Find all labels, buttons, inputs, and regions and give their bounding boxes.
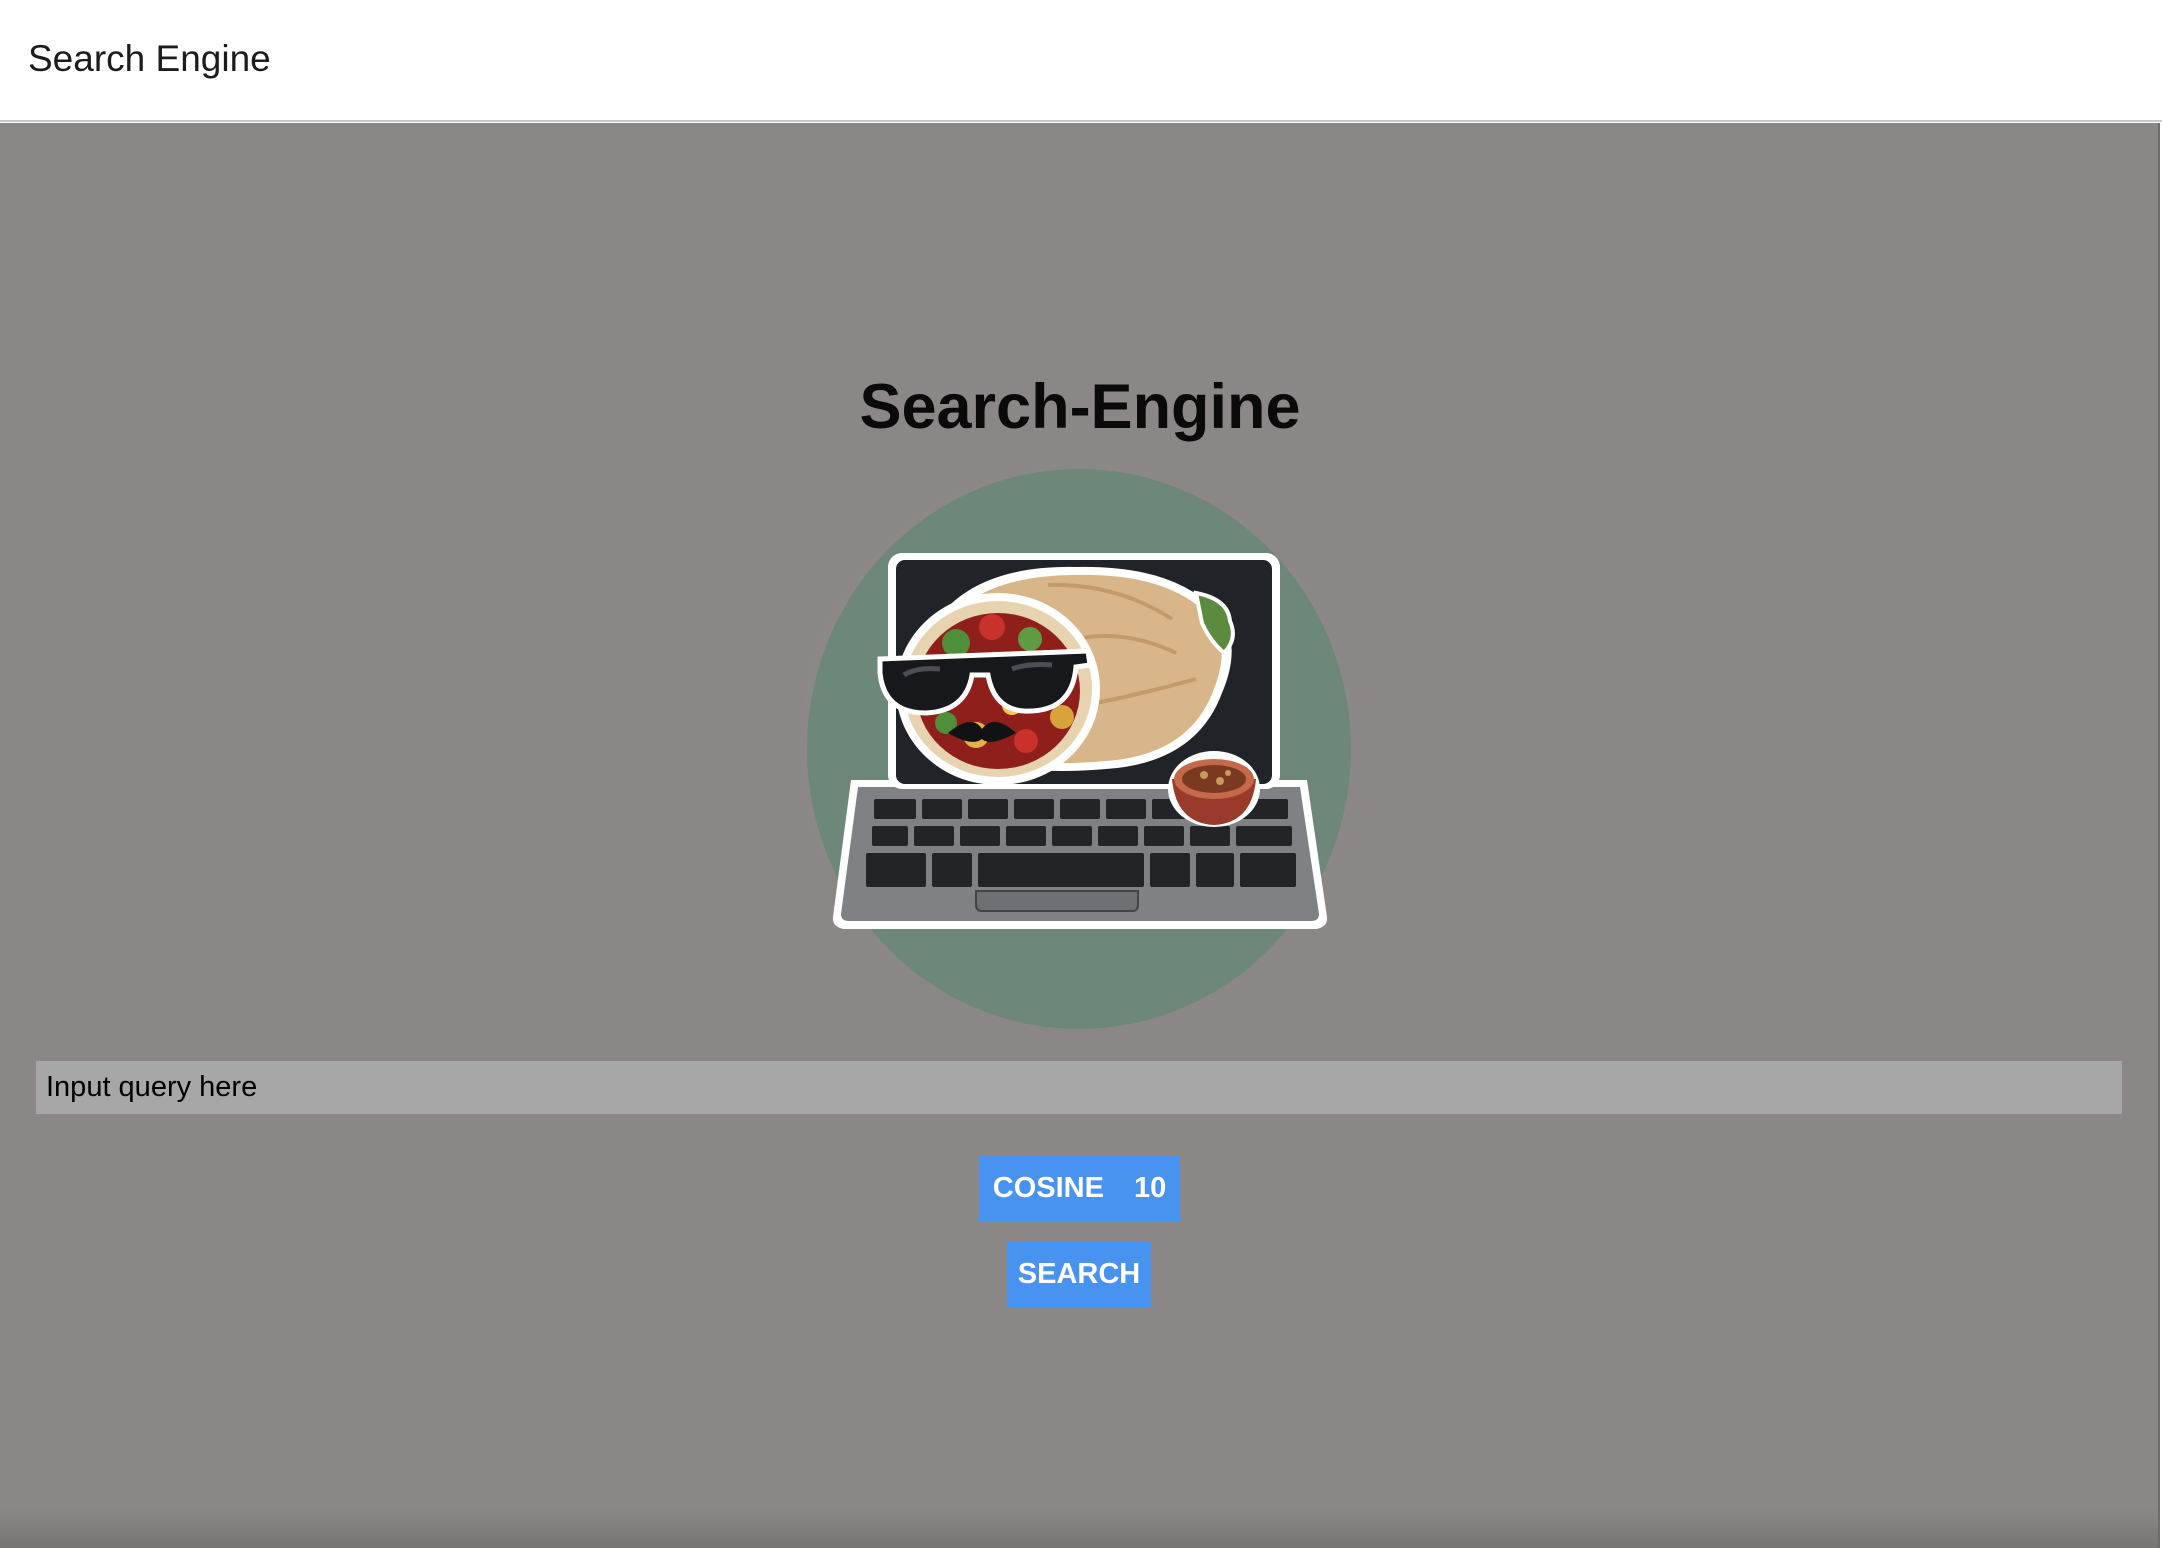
app-title: Search Engine bbox=[28, 38, 271, 79]
metric-label: COSINE bbox=[992, 1171, 1104, 1204]
search-input[interactable] bbox=[36, 1061, 2122, 1114]
search-options-button[interactable]: COSINE 10 bbox=[979, 1155, 1180, 1221]
page-heading: Search-Engine bbox=[859, 372, 1301, 442]
bottom-shadow bbox=[0, 1508, 2158, 1548]
top-bar: Search Engine bbox=[0, 0, 2162, 122]
search-button[interactable]: SEARCH bbox=[1007, 1241, 1151, 1307]
burrito-laptop-logo bbox=[776, 443, 1376, 1043]
result-count: 10 bbox=[1133, 1171, 1167, 1204]
main-content: Search-Engine Input query here COSINE 10… bbox=[0, 123, 2160, 1548]
